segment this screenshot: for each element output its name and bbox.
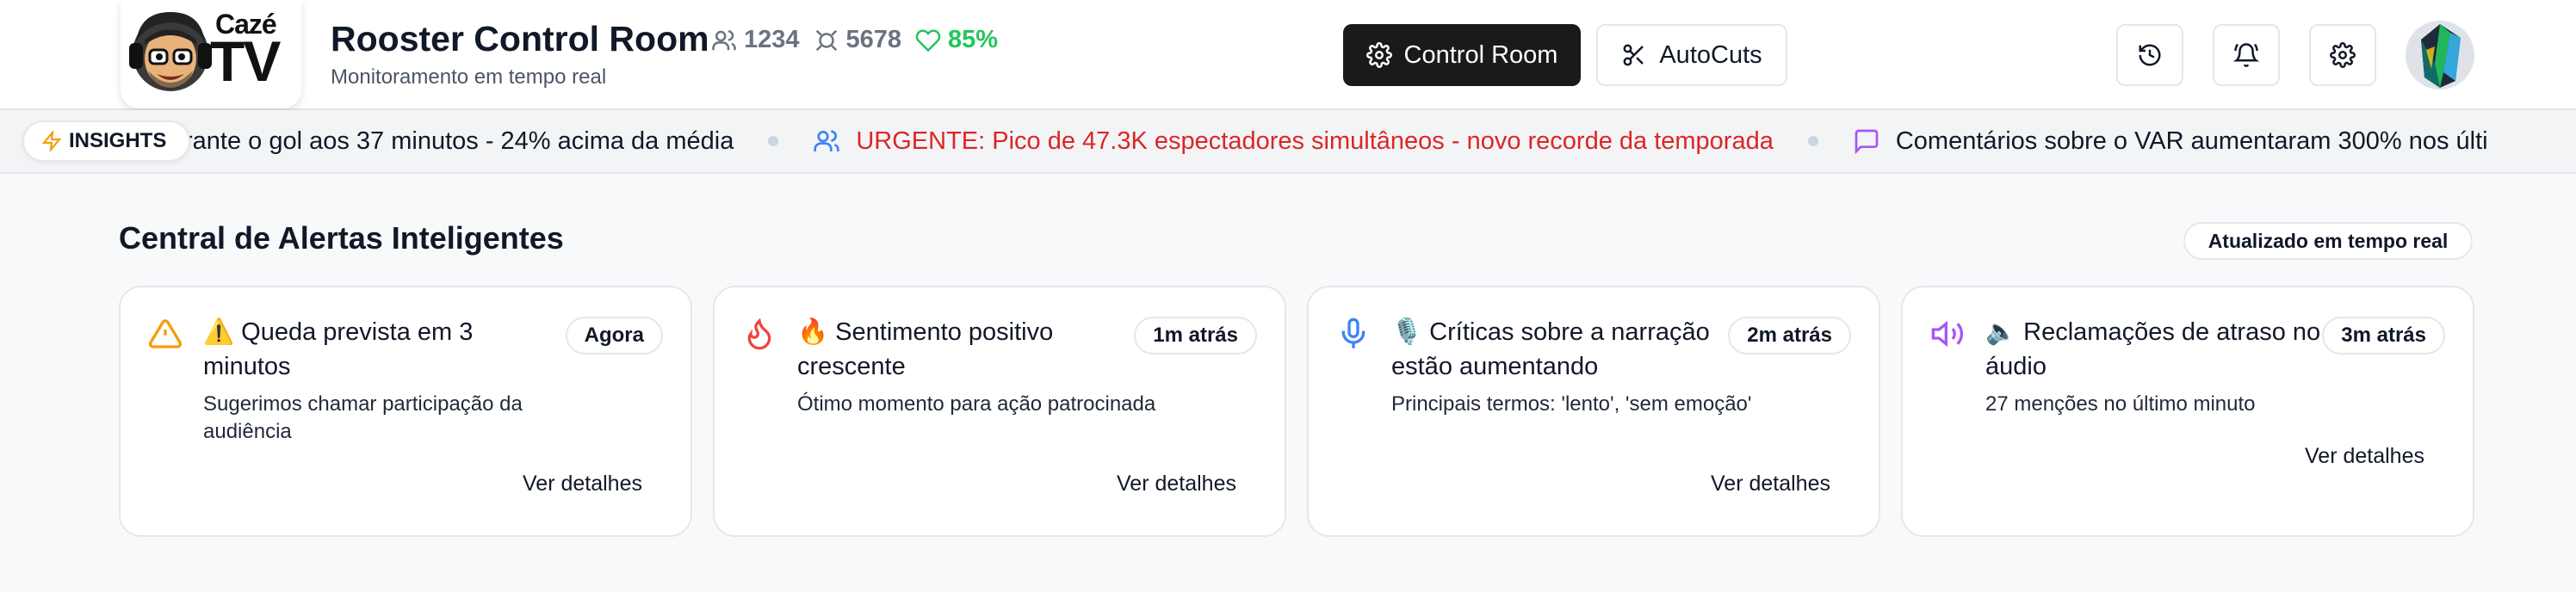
sentiment-stat: 85% bbox=[915, 26, 998, 54]
alerts-section-title: Central de Alertas Inteligentes bbox=[119, 220, 564, 256]
viewers-count: 1234 bbox=[744, 26, 800, 53]
user-avatar[interactable] bbox=[2406, 21, 2474, 89]
autocuts-label: AutoCuts bbox=[1659, 40, 1762, 69]
viewers-stat: 1234 bbox=[711, 26, 800, 54]
alert-time-badge: 2m atrás bbox=[1728, 317, 1851, 355]
ticker-item[interactable]: Comentários sobre o VAR aumentaram 300% … bbox=[1853, 127, 2488, 156]
ticker-item-urgent[interactable]: URGENTE: Pico de 47.3K espectadores simu… bbox=[813, 127, 1774, 156]
ticker-separator bbox=[1807, 136, 1818, 146]
view-details-link[interactable]: Ver detalhes bbox=[2305, 444, 2424, 469]
ticker-item[interactable]: rante o gol aos 37 minutos - 24% acima d… bbox=[184, 127, 734, 156]
view-details-link[interactable]: Ver detalhes bbox=[1117, 472, 1236, 496]
alert-card[interactable]: 🔥 Sentimento positivo crescente 1m atrás… bbox=[713, 286, 1286, 537]
history-icon bbox=[2139, 44, 2161, 66]
speaker-icon bbox=[1930, 317, 1965, 355]
alerts-button[interactable] bbox=[2213, 24, 2280, 86]
alert-time-badge: Agora bbox=[565, 317, 663, 355]
history-button[interactable] bbox=[2116, 24, 2183, 86]
insights-ticker: rante o gol aos 37 minutos - 24% acima d… bbox=[0, 110, 2576, 174]
ticker-text: Comentários sobre o VAR aumentaram 300% … bbox=[1895, 126, 2488, 155]
ticker-text: URGENTE: Pico de 47.3K espectadores simu… bbox=[856, 126, 1774, 155]
settings-button[interactable] bbox=[2309, 24, 2376, 86]
view-details-link[interactable]: Ver detalhes bbox=[523, 472, 642, 496]
control-room-button[interactable]: Control Room bbox=[1343, 24, 1581, 86]
page-subtitle: Monitoramento em tempo real bbox=[331, 65, 607, 89]
message-icon bbox=[1855, 129, 1879, 155]
caricature-icon bbox=[129, 12, 212, 91]
bell-ring-icon bbox=[2233, 43, 2259, 67]
gear-icon bbox=[1365, 42, 1392, 68]
insights-label: INSIGHTS bbox=[69, 129, 167, 152]
microphone-icon bbox=[1336, 317, 1371, 355]
control-room-label: Control Room bbox=[1403, 40, 1558, 69]
avatar-image bbox=[2406, 21, 2474, 89]
flame-icon bbox=[742, 317, 777, 355]
alert-title: 🔈 Reclamações de atraso no áudio bbox=[1985, 318, 2321, 380]
realtime-status-badge: Atualizado em tempo real bbox=[2183, 222, 2473, 260]
ticker-fade bbox=[2507, 110, 2576, 172]
users-icon bbox=[712, 29, 736, 50]
alert-card[interactable]: ⚠️ Queda prevista em 3 minutos Agora Sug… bbox=[119, 286, 692, 537]
insights-badge: INSIGHTS bbox=[22, 120, 191, 162]
users-icon bbox=[814, 130, 840, 151]
logo-text-tv: TV bbox=[210, 29, 281, 93]
warning-icon bbox=[148, 317, 183, 355]
header-stats: 1234 5678 85% bbox=[711, 26, 998, 54]
alert-description: 27 menções no último minuto bbox=[1985, 392, 2256, 416]
ticker-separator bbox=[768, 136, 779, 146]
page-title: Rooster Control Room bbox=[331, 19, 709, 59]
alert-description: Ótimo momento para ação patrocinada bbox=[797, 392, 1156, 416]
activity-stat: 5678 bbox=[814, 26, 902, 54]
alert-description: Sugerimos chamar participação da audiênc… bbox=[203, 392, 523, 443]
alert-description: Principais termos: 'lento', 'sem emoção' bbox=[1391, 392, 1752, 416]
ticker-text: rante o gol aos 37 minutos - 24% acima d… bbox=[184, 126, 734, 155]
ticker-track: rante o gol aos 37 minutos - 24% acima d… bbox=[184, 110, 2488, 172]
sentiment-value: 85% bbox=[948, 26, 999, 53]
settings-icon bbox=[2330, 42, 2356, 68]
activity-count: 5678 bbox=[845, 26, 902, 53]
lightning-icon bbox=[41, 131, 62, 151]
activity-icon bbox=[815, 29, 837, 51]
view-details-link[interactable]: Ver detalhes bbox=[1711, 472, 1830, 496]
alert-title: ⚠️ Queda prevista em 3 minutos bbox=[203, 318, 474, 380]
alert-title: 🎙️ Críticas sobre a narração estão aumen… bbox=[1391, 318, 1710, 380]
heart-icon bbox=[915, 29, 941, 52]
alert-time-badge: 3m atrás bbox=[2322, 317, 2445, 355]
autocuts-button[interactable]: AutoCuts bbox=[1596, 24, 1787, 86]
alert-title: 🔥 Sentimento positivo crescente bbox=[797, 318, 1054, 380]
alert-time-badge: 1m atrás bbox=[1134, 317, 1257, 355]
top-header: Cazé TV Rooster Control Room Monitoramen… bbox=[0, 0, 2576, 110]
alert-card[interactable]: 🎙️ Críticas sobre a narração estão aumen… bbox=[1307, 286, 1880, 537]
scissors-icon bbox=[1623, 44, 1644, 66]
logo[interactable]: Cazé TV bbox=[121, 0, 301, 108]
alert-card[interactable]: 🔈 Reclamações de atraso no áudio 3m atrá… bbox=[1901, 286, 2474, 537]
